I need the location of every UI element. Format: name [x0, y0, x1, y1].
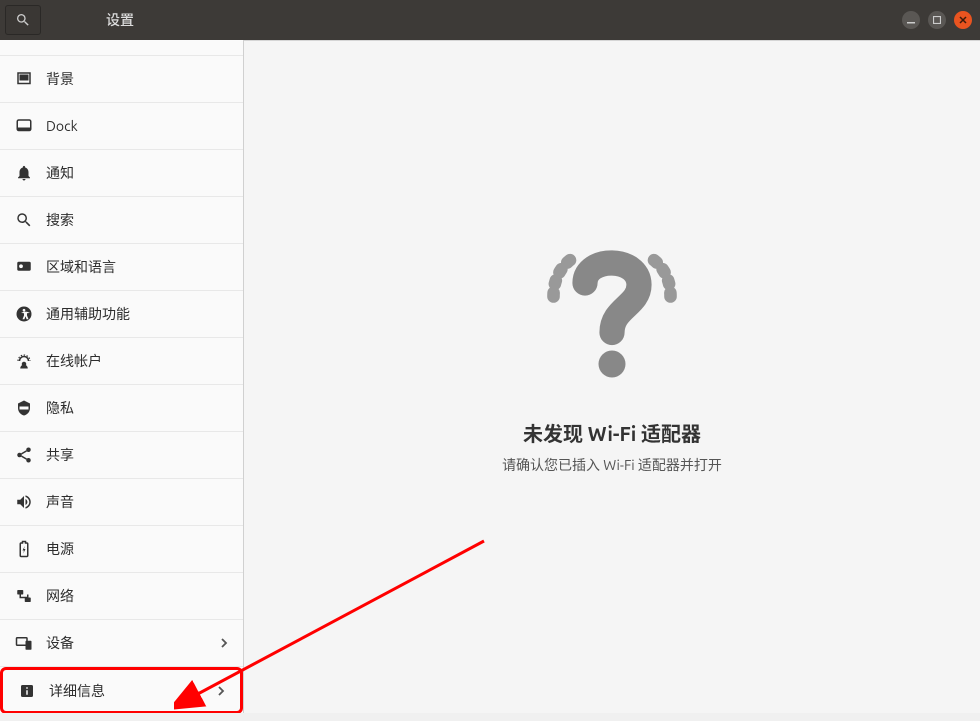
window-title: 设置: [50, 10, 190, 30]
sidebar-item-notifications[interactable]: 通知: [0, 150, 243, 197]
sidebar-item-label: 背景: [46, 69, 231, 89]
sidebar-item-label: 区域和语言: [46, 257, 231, 277]
accessibility-icon: [14, 304, 34, 324]
sidebar-item-sound[interactable]: 声音: [0, 479, 243, 526]
network-icon: [14, 586, 34, 606]
sidebar-item-label: 设备: [46, 633, 217, 653]
sidebar-item-details[interactable]: 详细信息: [0, 667, 243, 713]
sidebar-item-label: 搜索: [46, 210, 231, 230]
sidebar-item-label: 电源: [46, 539, 231, 559]
sidebar-item-label: 共享: [46, 445, 231, 465]
sidebar-item-label: 在线帐户: [46, 351, 231, 371]
background-icon: [14, 69, 34, 89]
sidebar-item-power[interactable]: 电源: [0, 526, 243, 573]
close-button[interactable]: [954, 11, 972, 29]
titlebar: 设置: [0, 0, 980, 40]
region-icon: [14, 257, 34, 277]
sidebar-item-label: 通知: [46, 163, 231, 183]
sidebar-gap: [0, 40, 243, 56]
chevron-right-icon: [214, 684, 228, 698]
chevron-right-icon: [217, 636, 231, 650]
search-button[interactable]: [5, 5, 41, 35]
question-mark-icon: [522, 220, 702, 400]
maximize-icon: [933, 16, 941, 24]
sidebar-item-label: 详细信息: [49, 681, 214, 701]
sound-icon: [14, 492, 34, 512]
sub-message: 请确认您已插入 Wi-Fi 适配器并打开: [502, 455, 722, 475]
privacy-icon: [14, 398, 34, 418]
search-icon: [15, 12, 31, 28]
sidebar-item-search[interactable]: 搜索: [0, 197, 243, 244]
main-container: 背景 Dock 通知 搜索 区域和语言: [0, 40, 980, 713]
sidebar-item-region[interactable]: 区域和语言: [0, 244, 243, 291]
sidebar-item-background[interactable]: 背景: [0, 56, 243, 103]
main-message: 未发现 Wi-Fi 适配器: [523, 418, 701, 447]
sidebar-item-privacy[interactable]: 隐私: [0, 385, 243, 432]
notifications-icon: [14, 163, 34, 183]
close-icon: [959, 16, 967, 24]
minimize-icon: [907, 16, 915, 24]
maximize-button[interactable]: [928, 11, 946, 29]
sidebar-item-label: 隐私: [46, 398, 231, 418]
sharing-icon: [14, 445, 34, 465]
minimize-button[interactable]: [902, 11, 920, 29]
sidebar-item-online-accounts[interactable]: 在线帐户: [0, 338, 243, 385]
online-accounts-icon: [14, 351, 34, 371]
devices-icon: [14, 633, 34, 653]
sidebar-item-devices[interactable]: 设备: [0, 620, 243, 667]
sidebar-item-label: Dock: [46, 118, 231, 134]
placeholder-graphic: 未发现 Wi-Fi 适配器 请确认您已插入 Wi-Fi 适配器并打开: [502, 220, 722, 475]
sidebar-item-label: 网络: [46, 586, 231, 606]
sidebar-item-label: 通用辅助功能: [46, 304, 231, 324]
power-icon: [14, 539, 34, 559]
content-area: 未发现 Wi-Fi 适配器 请确认您已插入 Wi-Fi 适配器并打开: [244, 40, 980, 713]
details-icon: [17, 681, 37, 701]
sidebar-item-label: 声音: [46, 492, 231, 512]
sidebar-item-accessibility[interactable]: 通用辅助功能: [0, 291, 243, 338]
sidebar-item-dock[interactable]: Dock: [0, 103, 243, 150]
dock-icon: [14, 116, 34, 136]
sidebar-item-network[interactable]: 网络: [0, 573, 243, 620]
window-controls: [902, 11, 972, 29]
search-icon: [14, 210, 34, 230]
sidebar-item-sharing[interactable]: 共享: [0, 432, 243, 479]
sidebar: 背景 Dock 通知 搜索 区域和语言: [0, 40, 244, 713]
